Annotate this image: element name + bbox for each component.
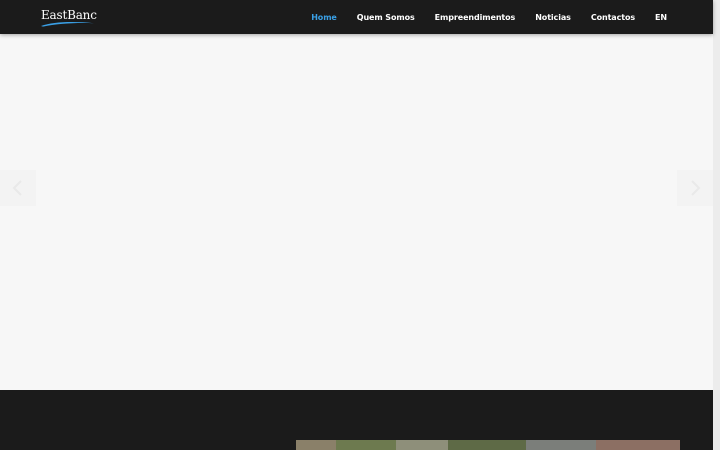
chevron-left-icon bbox=[12, 180, 22, 196]
eastbanc-logo[interactable]: EastBanc bbox=[41, 8, 97, 27]
logo-text: EastBanc bbox=[41, 8, 97, 22]
nav-item-home[interactable]: Home bbox=[311, 13, 337, 22]
nav-item-contactos[interactable]: Contactos bbox=[591, 13, 635, 22]
page: EastBanc Home Quem Somos Empreendimentos… bbox=[0, 0, 720, 450]
hero-slider bbox=[0, 34, 713, 390]
nav-item-empreendimentos[interactable]: Empreendimentos bbox=[435, 13, 516, 22]
top-navbar: EastBanc Home Quem Somos Empreendimentos… bbox=[0, 0, 713, 34]
slider-prev-button[interactable] bbox=[0, 170, 36, 206]
nav-item-quem-somos[interactable]: Quem Somos bbox=[357, 13, 415, 22]
language-switch-en[interactable]: EN bbox=[655, 13, 667, 22]
project-photo[interactable] bbox=[296, 440, 680, 450]
nav-item-noticias[interactable]: Noticias bbox=[535, 13, 571, 22]
main-nav: Home Quem Somos Empreendimentos Noticias… bbox=[311, 0, 667, 34]
featured-section bbox=[0, 390, 713, 450]
logo-swoosh-icon bbox=[41, 22, 94, 27]
slider-next-button[interactable] bbox=[677, 170, 713, 206]
chevron-right-icon bbox=[691, 180, 701, 196]
page-scrollbar[interactable] bbox=[713, 0, 720, 450]
